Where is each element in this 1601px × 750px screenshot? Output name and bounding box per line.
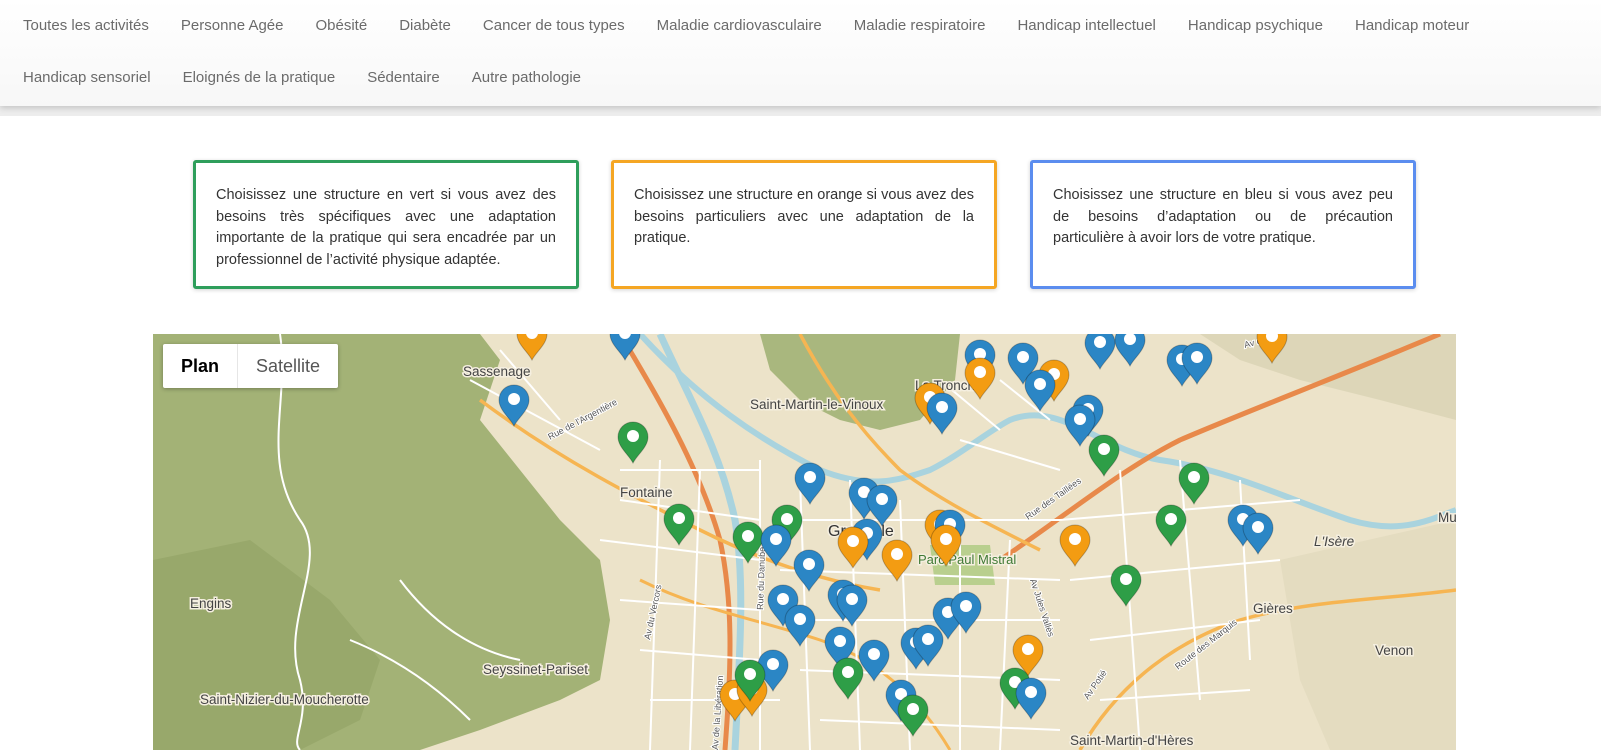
nav-item-toutes[interactable]: Toutes les activités <box>0 0 165 52</box>
place-venon: Venon <box>1375 643 1413 658</box>
place-saint-martin-le-vinoux: Saint-Martin-le-Vinoux <box>750 397 884 412</box>
place-gieres: Gières <box>1253 601 1293 616</box>
map-type-plan-button[interactable]: Plan <box>163 344 239 388</box>
info-box-orange: Choisissez une structure en orange si vo… <box>611 160 997 289</box>
place-sassenage: Sassenage <box>463 364 531 379</box>
nav-item-autre[interactable]: Autre pathologie <box>456 52 597 104</box>
nav-item-diabete[interactable]: Diabète <box>383 0 467 52</box>
place-saint-nizier: Saint-Nizier-du-Moucherotte <box>200 692 369 707</box>
place-saint-martin-dheres: Saint-Martin-d'Hères <box>1070 733 1194 748</box>
nav-item-sensoriel[interactable]: Handicap sensoriel <box>0 52 167 104</box>
info-box-green: Choisissez une structure en vert si vous… <box>193 160 579 289</box>
nav-item-sedentaire[interactable]: Sédentaire <box>351 52 456 104</box>
place-mu: Mu <box>1438 510 1456 525</box>
category-nav: Toutes les activités Personne Agée Obési… <box>0 0 1601 106</box>
nav-item-intellectuel[interactable]: Handicap intellectuel <box>1001 0 1171 52</box>
place-engins: Engins <box>190 596 232 611</box>
map-type-control: Plan Satellite <box>163 344 339 388</box>
place-seyssinet-pariset: Seyssinet-Pariset <box>483 662 588 677</box>
nav-row-2: Handicap sensoriel Eloignés de la pratiq… <box>0 52 597 104</box>
place-fontaine: Fontaine <box>620 485 673 500</box>
nav-row-1: Toutes les activités Personne Agée Obési… <box>0 0 1485 52</box>
nav-item-cancer[interactable]: Cancer de tous types <box>467 0 641 52</box>
nav-item-respiratoire[interactable]: Maladie respiratoire <box>838 0 1002 52</box>
nav-item-psychique[interactable]: Handicap psychique <box>1172 0 1339 52</box>
nav-item-eloignes[interactable]: Eloignés de la pratique <box>167 52 352 104</box>
place-isere: L'Isère <box>1314 534 1354 549</box>
nav-item-personne-agee[interactable]: Personne Agée <box>165 0 300 52</box>
nav-item-cardio[interactable]: Maladie cardiovasculaire <box>641 0 838 52</box>
map-view[interactable]: Plan Satellite Sassenage Saint-Martin-le… <box>153 334 1456 750</box>
nav-item-moteur[interactable]: Handicap moteur <box>1339 0 1485 52</box>
map-type-satellite-button[interactable]: Satellite <box>238 344 338 388</box>
map-canvas: Sassenage Saint-Martin-le-Vinoux La Tron… <box>153 334 1456 750</box>
nav-shadow-strip <box>0 106 1601 116</box>
nav-item-obesite[interactable]: Obésité <box>299 0 383 52</box>
info-box-blue: Choisissez une structure en bleu si vous… <box>1030 160 1416 289</box>
place-parc-paul-mistral: Parc Paul Mistral <box>918 552 1016 567</box>
